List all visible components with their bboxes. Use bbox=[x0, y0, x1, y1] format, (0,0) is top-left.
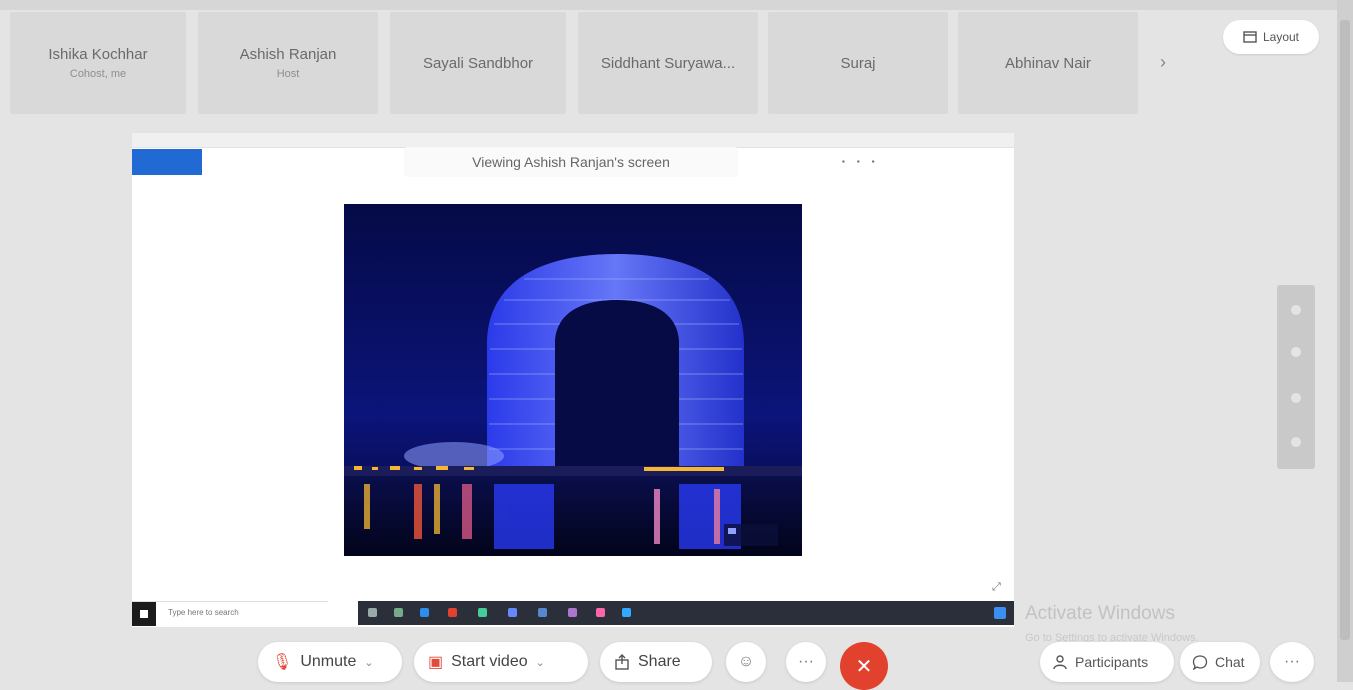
more-label: ··· bbox=[1284, 653, 1300, 670]
participant-name: Suraj bbox=[840, 54, 876, 72]
share-icon bbox=[615, 654, 629, 670]
participant-name: Abhinav Nair bbox=[1005, 54, 1091, 72]
more-options-button[interactable]: ··· bbox=[786, 642, 826, 682]
scrollbar[interactable] bbox=[1337, 0, 1353, 682]
video-off-icon: ▣ bbox=[428, 654, 444, 671]
shared-app-icon: ▪ bbox=[842, 157, 845, 166]
taskbar-app-icon bbox=[420, 608, 429, 617]
floating-side-toolbar[interactable] bbox=[1277, 285, 1315, 469]
layout-button[interactable]: Layout bbox=[1223, 20, 1319, 54]
taskbar-app-icon bbox=[538, 608, 547, 617]
toolbar-dot-icon[interactable] bbox=[1291, 347, 1301, 357]
shared-app-icon: ▪ bbox=[856, 157, 860, 166]
taskbar-app-icon bbox=[596, 608, 605, 617]
toolbar-dot-icon[interactable] bbox=[1291, 437, 1301, 447]
shared-screen: ▪ ▪ ▪ Viewing Ashish Ranjan's screen ⤢ T… bbox=[132, 133, 1014, 627]
participant-role: Cohost, me bbox=[69, 68, 127, 80]
activate-windows-title: Activate Windows bbox=[1025, 603, 1175, 624]
taskbar-app-icon bbox=[368, 608, 377, 617]
toolbar-dot-icon[interactable] bbox=[1291, 305, 1301, 315]
expand-icon[interactable]: ⤢ bbox=[992, 581, 1001, 594]
participant-tile[interactable]: Suraj bbox=[768, 12, 948, 114]
chat-label: Chat bbox=[1215, 654, 1245, 670]
chevron-down-icon[interactable]: ⌄ bbox=[364, 656, 373, 669]
person-icon bbox=[1053, 655, 1067, 670]
unmute-button[interactable]: 🎙 Unmute ⌄ bbox=[258, 642, 402, 682]
shared-app-icons: ▪ ▪ ▪ bbox=[842, 157, 875, 166]
notification-icon bbox=[994, 607, 1006, 619]
shared-app-icon: ▪ bbox=[871, 157, 875, 166]
chevron-right-icon[interactable]: › bbox=[1160, 52, 1166, 73]
participant-role: Host bbox=[276, 68, 300, 80]
start-video-button[interactable]: ▣ Start video ⌄ bbox=[414, 642, 588, 682]
share-label: Share bbox=[638, 653, 681, 670]
taskbar-app-icon bbox=[508, 608, 517, 617]
top-strip bbox=[0, 0, 1353, 10]
participants-label: Participants bbox=[1075, 654, 1149, 670]
end-call-button[interactable]: ✕ bbox=[840, 642, 888, 690]
taskbar-search: Type here to search bbox=[168, 608, 239, 617]
taskbar-app-icon bbox=[622, 608, 631, 617]
taskbar-app-icon bbox=[394, 608, 403, 617]
toolbar-dot-icon[interactable] bbox=[1291, 393, 1301, 403]
participant-tile[interactable]: Abhinav Nair bbox=[958, 12, 1138, 114]
windows-taskbar bbox=[358, 601, 1014, 625]
taskbar-app-icon bbox=[448, 608, 457, 617]
participant-name: Ashish Ranjan bbox=[239, 46, 337, 63]
shared-app-titlebar bbox=[132, 133, 1014, 148]
taskbar-app-icon bbox=[478, 608, 487, 617]
smiley-icon: ☺ bbox=[737, 653, 755, 670]
start-video-label: Start video bbox=[451, 653, 528, 670]
shared-photo bbox=[344, 204, 802, 556]
participant-name: Siddhant Suryawa... bbox=[600, 54, 736, 72]
participant-tile[interactable]: Sayali Sandbhor bbox=[390, 12, 566, 114]
window-icon bbox=[1243, 31, 1257, 43]
chat-button[interactable]: Chat bbox=[1180, 642, 1260, 682]
layout-label: Layout bbox=[1262, 30, 1300, 44]
chat-bubble-icon bbox=[1192, 655, 1208, 670]
participants-button[interactable]: Participants bbox=[1040, 642, 1174, 682]
scrollbar-thumb[interactable] bbox=[1340, 20, 1350, 640]
close-icon: ✕ bbox=[855, 655, 873, 678]
meeting-controls: 🎙 Unmute ⌄ ▣ Start video ⌄ Share ☺ ··· ✕… bbox=[0, 642, 1353, 690]
participant-name: Ishika Kochhar bbox=[48, 46, 148, 63]
share-button[interactable]: Share bbox=[600, 642, 712, 682]
shared-app-chip bbox=[132, 149, 202, 175]
more-panels-button[interactable]: ··· bbox=[1270, 642, 1314, 682]
taskbar-app-icon bbox=[568, 608, 577, 617]
windows-start-icon bbox=[132, 602, 156, 626]
windows-taskbar-start: Type here to search bbox=[132, 601, 328, 626]
reactions-button[interactable]: ☺ bbox=[726, 642, 766, 682]
participant-tile[interactable]: Ashish Ranjan Host bbox=[198, 12, 378, 114]
viewing-banner: Viewing Ashish Ranjan's screen bbox=[404, 147, 738, 177]
participant-tile[interactable]: Ishika Kochhar Cohost, me bbox=[10, 12, 186, 114]
participant-tile[interactable]: Siddhant Suryawa... bbox=[578, 12, 758, 114]
participant-name: Sayali Sandbhor bbox=[422, 54, 534, 72]
microphone-muted-icon: 🎙 bbox=[272, 654, 293, 671]
unmute-label: Unmute bbox=[300, 653, 357, 670]
chevron-down-icon[interactable]: ⌄ bbox=[536, 656, 545, 669]
more-label: ··· bbox=[798, 653, 814, 670]
